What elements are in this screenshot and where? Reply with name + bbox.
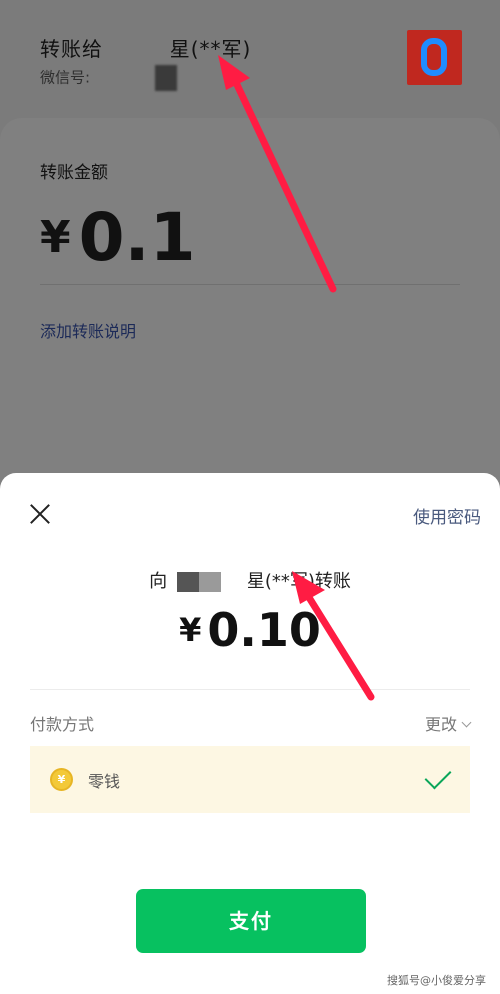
chevron-down-icon <box>461 717 472 728</box>
avatar-logo-icon <box>421 38 447 76</box>
masked-name-block <box>176 572 221 592</box>
recipient-title: 转账给 星(**军) <box>40 33 251 62</box>
add-note-link[interactable]: 添加转账说明 <box>40 318 136 342</box>
amount-label: 转账金额 <box>40 163 108 183</box>
payment-method-label: 付款方式 <box>30 715 95 734</box>
coin-icon: ¥ <box>50 768 73 791</box>
sheet-divider <box>30 689 470 690</box>
change-method-button[interactable]: 更改 <box>424 711 472 735</box>
masked-wechat-id <box>154 65 177 91</box>
transfer-to-label: 转账给 <box>40 37 103 61</box>
currency-symbol: ¥ <box>179 611 202 649</box>
pay-button[interactable]: 支付 <box>136 889 366 953</box>
amount-divider <box>40 284 460 285</box>
payment-sheet: 使用密码 向 星(**军)转账 ¥0.10 付款方式 更改 ¥ 零钱 支付 <box>0 473 500 994</box>
watermark: 搜狐号@小俊爱分享 <box>387 974 486 987</box>
wechat-id-label: 微信号: <box>40 68 91 87</box>
pay-to-prefix: 向 <box>149 571 168 592</box>
masked-name-block-light <box>224 572 247 592</box>
pay-amount: ¥0.10 <box>0 603 500 657</box>
change-label: 更改 <box>424 715 457 734</box>
amount-number: 0.1 <box>78 199 196 276</box>
currency-symbol: ¥ <box>40 212 71 263</box>
close-icon[interactable] <box>27 501 53 527</box>
check-icon <box>424 762 452 790</box>
payment-method-option[interactable]: ¥ 零钱 <box>30 746 470 813</box>
use-password-button[interactable]: 使用密码 <box>413 503 481 528</box>
pay-to-suffix: 转账 <box>314 571 351 592</box>
payment-method-name: 零钱 <box>88 772 121 791</box>
recipient-name: 星(**军) <box>169 37 252 61</box>
pay-to-line: 向 星(**军)转账 <box>0 567 500 593</box>
amount-value[interactable]: ¥0.1 <box>40 205 196 271</box>
pay-to-name: 星(**军) <box>246 571 315 592</box>
pay-amount-number: 0.10 <box>207 603 321 657</box>
wechat-id-row: 微信号: <box>40 65 177 91</box>
avatar[interactable] <box>407 30 462 85</box>
masked-name-block <box>110 41 163 60</box>
